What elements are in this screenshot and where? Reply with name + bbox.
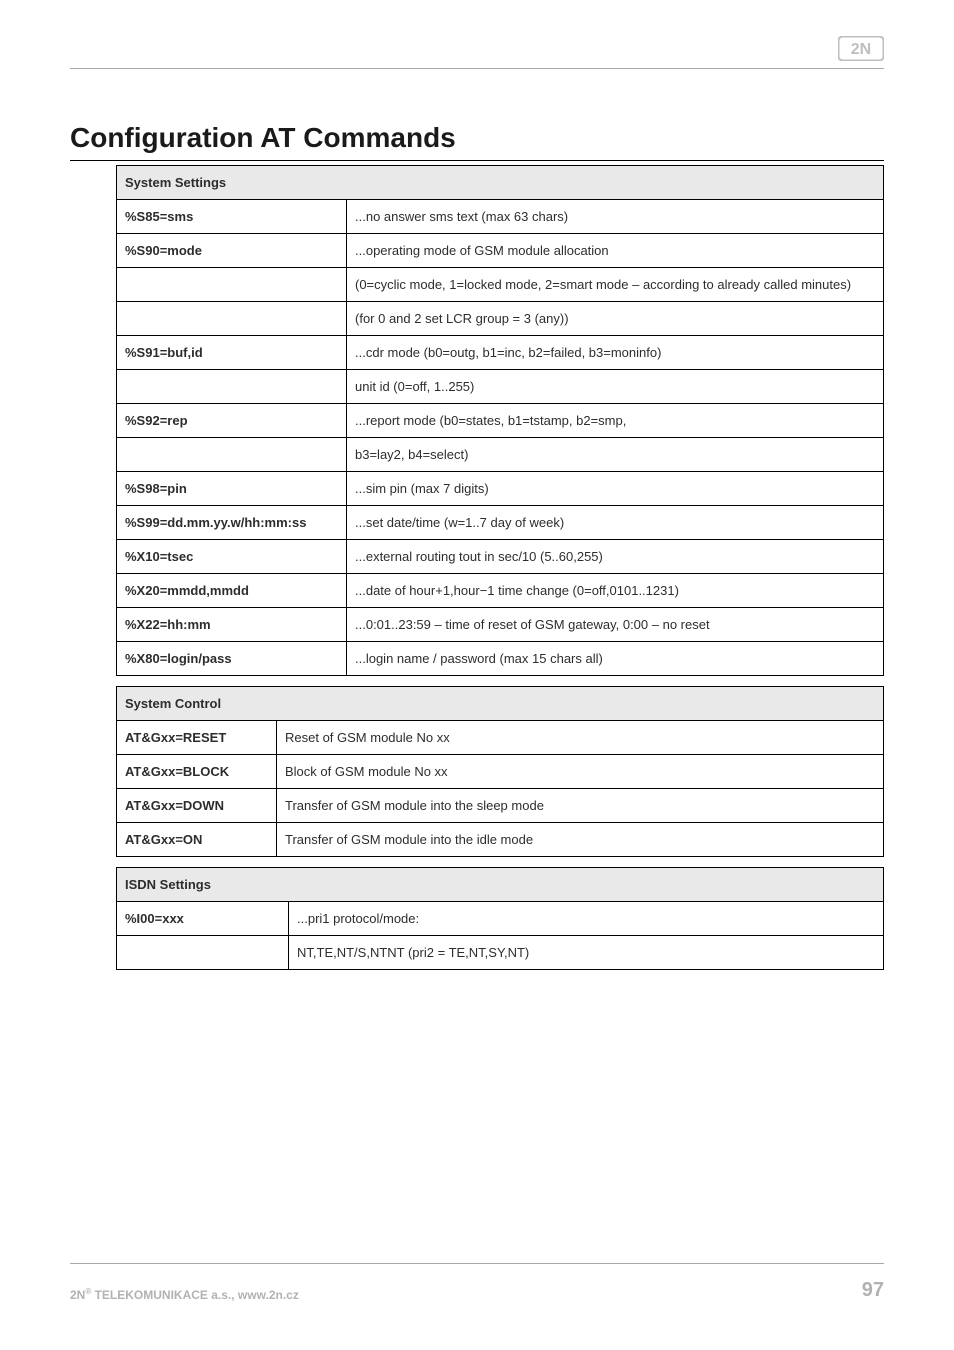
table-row: %S99=dd.mm.yy.w/hh:mm:ss...set date/time… [117,506,884,540]
system-settings-table-header: System Settings [117,166,884,200]
isdn-key: %I00=xxx [117,902,289,936]
settings-value: ...operating mode of GSM module allocati… [347,234,884,268]
control-value: Block of GSM module No xx [277,755,884,789]
settings-key: %S91=buf,id [117,336,347,370]
page-title: Configuration AT Commands [70,122,884,154]
control-value: Reset of GSM module No xx [277,721,884,755]
control-value: Transfer of GSM module into the idle mod… [277,823,884,857]
settings-value: unit id (0=off, 1..255) [347,370,884,404]
settings-key [117,268,347,302]
table-row: %X10=tsec...external routing tout in sec… [117,540,884,574]
control-value: Transfer of GSM module into the sleep mo… [277,789,884,823]
settings-value: ...report mode (b0=states, b1=tstamp, b2… [347,404,884,438]
table-row: %S90=mode...operating mode of GSM module… [117,234,884,268]
settings-key: %S90=mode [117,234,347,268]
isdn-value: ...pri1 protocol/mode: [289,902,884,936]
isdn-key [117,936,289,970]
settings-value: ...external routing tout in sec/10 (5..6… [347,540,884,574]
brand-logo-icon: 2N [838,36,884,61]
settings-key [117,438,347,472]
table-row: AT&Gxx=BLOCKBlock of GSM module No xx [117,755,884,789]
table-row: %S98=pin...sim pin (max 7 digits) [117,472,884,506]
settings-value: (0=cyclic mode, 1=locked mode, 2=smart m… [347,268,884,302]
settings-key: %X80=login/pass [117,642,347,676]
settings-value: ...login name / password (max 15 chars a… [347,642,884,676]
settings-value: ...date of hour+1,hour−1 time change (0=… [347,574,884,608]
table-row: %S92=rep...report mode (b0=states, b1=ts… [117,404,884,438]
table-row: %S85=sms...no answer sms text (max 63 ch… [117,200,884,234]
control-key: AT&Gxx=BLOCK [117,755,277,789]
settings-value: ...sim pin (max 7 digits) [347,472,884,506]
table-row: %S91=buf,id...cdr mode (b0=outg, b1=inc,… [117,336,884,370]
table-row: b3=lay2, b4=select) [117,438,884,472]
settings-key: %S98=pin [117,472,347,506]
settings-key: %X10=tsec [117,540,347,574]
page-footer: 2N® TELEKOMUNIKACE a.s., www.2n.cz 97 [70,1263,884,1302]
settings-key: %S92=rep [117,404,347,438]
isdn-settings-table: ISDN Settings %I00=xxx...pri1 protocol/m… [116,867,884,970]
footer-page-number: 97 [862,1279,884,1302]
settings-key: %X20=mmdd,mmdd [117,574,347,608]
settings-key: %X22=hh:mm [117,608,347,642]
system-control-table-header: System Control [117,687,884,721]
control-key: AT&Gxx=DOWN [117,789,277,823]
settings-key [117,302,347,336]
table-row: (0=cyclic mode, 1=locked mode, 2=smart m… [117,268,884,302]
settings-value: b3=lay2, b4=select) [347,438,884,472]
table-row: NT,TE,NT/S,NTNT (pri2 = TE,NT,SY,NT) [117,936,884,970]
control-key: AT&Gxx=RESET [117,721,277,755]
isdn-settings-table-header: ISDN Settings [117,868,884,902]
footer-company: 2N® TELEKOMUNIKACE a.s., www.2n.cz [70,1287,299,1302]
table-row: %X20=mmdd,mmdd...date of hour+1,hour−1 t… [117,574,884,608]
table-row: unit id (0=off, 1..255) [117,370,884,404]
settings-value: ...set date/time (w=1..7 day of week) [347,506,884,540]
table-row: AT&Gxx=RESETReset of GSM module No xx [117,721,884,755]
table-row: (for 0 and 2 set LCR group = 3 (any)) [117,302,884,336]
settings-key: %S85=sms [117,200,347,234]
settings-key [117,370,347,404]
table-row: %I00=xxx...pri1 protocol/mode: [117,902,884,936]
isdn-value: NT,TE,NT/S,NTNT (pri2 = TE,NT,SY,NT) [289,936,884,970]
system-control-table: System Control AT&Gxx=RESETReset of GSM … [116,686,884,857]
svg-text:2N: 2N [851,41,871,58]
settings-value: ...cdr mode (b0=outg, b1=inc, b2=failed,… [347,336,884,370]
settings-value: ...no answer sms text (max 63 chars) [347,200,884,234]
settings-value: (for 0 and 2 set LCR group = 3 (any)) [347,302,884,336]
table-row: %X80=login/pass...login name / password … [117,642,884,676]
settings-value: ...0:01..23:59 – time of reset of GSM ga… [347,608,884,642]
system-settings-table: System Settings %S85=sms...no answer sms… [116,165,884,676]
header-divider [70,68,884,69]
title-underline [70,160,884,161]
table-row: %X22=hh:mm...0:01..23:59 – time of reset… [117,608,884,642]
control-key: AT&Gxx=ON [117,823,277,857]
table-row: AT&Gxx=DOWNTransfer of GSM module into t… [117,789,884,823]
table-row: AT&Gxx=ONTransfer of GSM module into the… [117,823,884,857]
settings-key: %S99=dd.mm.yy.w/hh:mm:ss [117,506,347,540]
